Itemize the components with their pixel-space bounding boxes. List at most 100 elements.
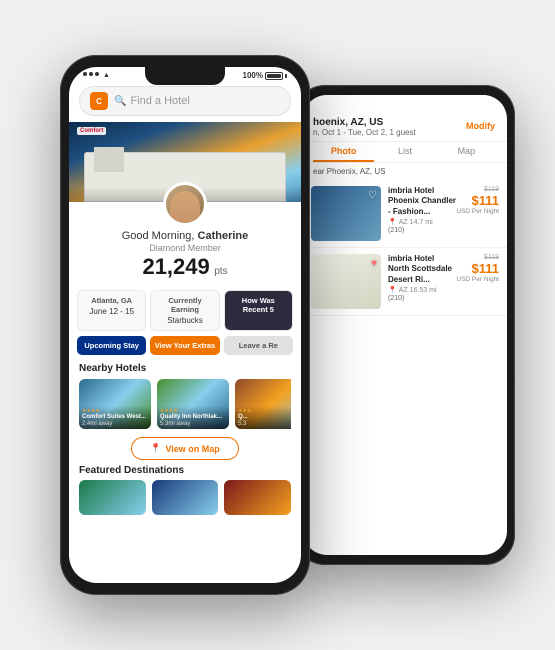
price-old-1: $119 xyxy=(456,186,499,193)
action-buttons-row: Upcoming Stay View Your Extras Leave a R… xyxy=(77,336,293,355)
greeting-text: Good Morning, Catherine xyxy=(79,230,291,242)
user-avatar xyxy=(163,182,207,226)
hotel-distance-1: 2.4mi away xyxy=(82,421,148,427)
hotel-result-1[interactable]: ♡ imbria Hotel Phoenix Chandler - Fashio… xyxy=(303,180,507,248)
hotel-result-rating-1: (210) xyxy=(388,227,456,234)
battery-tip xyxy=(285,74,287,78)
back-phone-screen: hoenix, AZ, US n, Oct 1 - Tue, Oct 2, 1 … xyxy=(303,95,507,555)
hotel-result-price-1: $119 $111 USD Per Night xyxy=(456,186,499,241)
hotel-result-price-2: $119 $111 USD Per Night xyxy=(456,254,499,309)
avatar-container xyxy=(69,182,301,226)
points-value: 21,249 xyxy=(142,254,209,279)
avatar-face xyxy=(170,191,200,223)
hotel-distance-3: 5.3 xyxy=(238,421,291,427)
hotel-card-img-3: ★★★ Q... 5.3 xyxy=(235,379,291,429)
hotel-name-2: Quality Inn Northlak... xyxy=(160,414,226,421)
stats-row: Atlanta, GA June 12 - 15 Currently Earni… xyxy=(77,290,293,331)
points-unit: pts xyxy=(214,266,227,277)
search-bar[interactable]: C 🔍 Find a Hotel xyxy=(79,86,291,116)
map-button-label: View on Map xyxy=(165,444,219,454)
signal-dot-1 xyxy=(83,72,87,76)
back-phone: hoenix, AZ, US n, Oct 1 - Tue, Oct 2, 1 … xyxy=(295,85,515,565)
battery-container: 100% xyxy=(243,71,287,80)
stat-card-1: Atlanta, GA June 12 - 15 xyxy=(77,290,146,331)
view-on-map-button[interactable]: 📍 View on Map xyxy=(131,437,239,460)
hotel-result-rating-2: (210) xyxy=(388,295,456,302)
price-per-2: USD Per Night xyxy=(456,276,499,283)
signal-dots: ▲ xyxy=(83,72,110,79)
featured-card-2[interactable] xyxy=(152,480,219,515)
back-modify-button[interactable]: Modify xyxy=(466,121,495,131)
front-phone-screen: ▲ 100% C 🔍 Find a Hotel Comfort xyxy=(69,67,301,583)
hotel-result-2[interactable]: ♥ imbria Hotel North Scottsdale Desert R… xyxy=(303,248,507,316)
hotel-name-1: Comfort Suites West... xyxy=(82,414,148,421)
hotel-card-2[interactable]: ★★★★ Quality Inn Northlak... 5.3mi away xyxy=(157,379,229,429)
battery-percent: 100% xyxy=(243,71,263,80)
wifi-icon: ▲ xyxy=(103,72,110,79)
hotel-result-location-2: 📍 AZ 16.53 mi xyxy=(388,286,456,294)
battery-fill xyxy=(267,74,281,78)
tab-list[interactable]: List xyxy=(374,142,435,162)
hotel-distance-text: 14.7 mi xyxy=(410,219,433,226)
hero-hotel-logo: Comfort xyxy=(77,127,106,135)
nearby-hotels-title: Nearby Hotels xyxy=(79,363,291,374)
user-info-section: Good Morning, Catherine Diamond Member 2… xyxy=(69,226,301,284)
signal-dot-2 xyxy=(89,72,93,76)
battery-body xyxy=(265,72,283,80)
price-per-1: USD Per Night xyxy=(456,208,499,215)
hotel-cards-row: ★★★★ Comfort Suites West... 2.4mi away ★… xyxy=(79,379,291,429)
tab-map[interactable]: Map xyxy=(436,142,497,162)
points-row: 21,249 pts xyxy=(79,254,291,280)
hotel-location-text-2: AZ xyxy=(399,287,408,294)
featured-bg-3 xyxy=(224,480,291,515)
stat-title-3: How Was Recent 5 xyxy=(229,296,288,314)
hotel-result-img-2: ♥ xyxy=(311,254,381,309)
hotel-heart-2[interactable]: ♥ xyxy=(371,258,377,269)
stat-value-2: Starbucks xyxy=(155,316,214,325)
hotel-heart-1[interactable]: ♡ xyxy=(368,190,377,201)
view-extras-button[interactable]: View Your Extras xyxy=(150,336,219,355)
hotel-info-2: imbria Hotel North Scottsdale Desert Ri.… xyxy=(381,254,456,309)
stat-card-2: Currently Earning Starbucks xyxy=(150,290,219,331)
notch xyxy=(145,67,225,85)
price-new-2: $111 xyxy=(456,261,499,276)
hotel-result-location-1: 📍 AZ 14.7 mi xyxy=(388,218,456,226)
hotel-distance-text-2: 16.53 mi xyxy=(410,287,437,294)
hotel-location-text: AZ xyxy=(399,219,408,226)
featured-section-title: Featured Destinations xyxy=(79,465,291,476)
price-old-2: $119 xyxy=(456,254,499,261)
tab-photo[interactable]: Photo xyxy=(313,142,374,162)
hotel-result-name-2: imbria Hotel North Scottsdale Desert Ri.… xyxy=(388,254,456,285)
stat-value-1: June 12 - 15 xyxy=(82,307,141,316)
back-phone-header: hoenix, AZ, US n, Oct 1 - Tue, Oct 2, 1 … xyxy=(303,109,507,142)
featured-card-3[interactable] xyxy=(224,480,291,515)
app-logo-icon: C xyxy=(90,92,108,110)
location-pin-icon: 📍 xyxy=(388,218,397,226)
hotel-name-3: Q... xyxy=(238,414,291,421)
featured-card-1[interactable] xyxy=(79,480,146,515)
featured-bg-1 xyxy=(79,480,146,515)
featured-row xyxy=(79,480,291,515)
hotel-card-overlay-2: ★★★★ Quality Inn Northlak... 5.3mi away xyxy=(157,406,229,429)
hotel-result-name-1: imbria Hotel Phoenix Chandler - Fashion.… xyxy=(388,186,456,217)
hotel-distance-2: 5.3mi away xyxy=(160,421,226,427)
hotel-card-1[interactable]: ★★★★ Comfort Suites West... 2.4mi away xyxy=(79,379,151,429)
map-button-container: 📍 View on Map xyxy=(69,437,301,460)
hotel-card-overlay-1: ★★★★ Comfort Suites West... 2.4mi away xyxy=(79,406,151,429)
front-phone: ▲ 100% C 🔍 Find a Hotel Comfort xyxy=(60,55,310,595)
leave-review-button[interactable]: Leave a Re xyxy=(224,336,293,355)
search-icon: 🔍 xyxy=(114,96,126,107)
member-type-text: Diamond Member xyxy=(79,243,291,253)
stat-title-1: Atlanta, GA xyxy=(82,296,141,305)
hotel-card-overlay-3: ★★★ Q... 5.3 xyxy=(235,406,291,429)
hero-building-wing1 xyxy=(94,147,124,172)
back-filter-text: ear Phoenix, AZ, US xyxy=(303,163,507,180)
upcoming-stay-button[interactable]: Upcoming Stay xyxy=(77,336,146,355)
stat-card-3: How Was Recent 5 xyxy=(224,290,293,331)
user-name: Catherine xyxy=(198,230,249,242)
search-placeholder: Find a Hotel xyxy=(130,95,189,107)
signal-dot-3 xyxy=(95,72,99,76)
hotel-card-3[interactable]: ★★★ Q... 5.3 xyxy=(235,379,291,429)
hotel-card-img-2: ★★★★ Quality Inn Northlak... 5.3mi away xyxy=(157,379,229,429)
back-screen-content: hoenix, AZ, US n, Oct 1 - Tue, Oct 2, 1 … xyxy=(303,95,507,555)
